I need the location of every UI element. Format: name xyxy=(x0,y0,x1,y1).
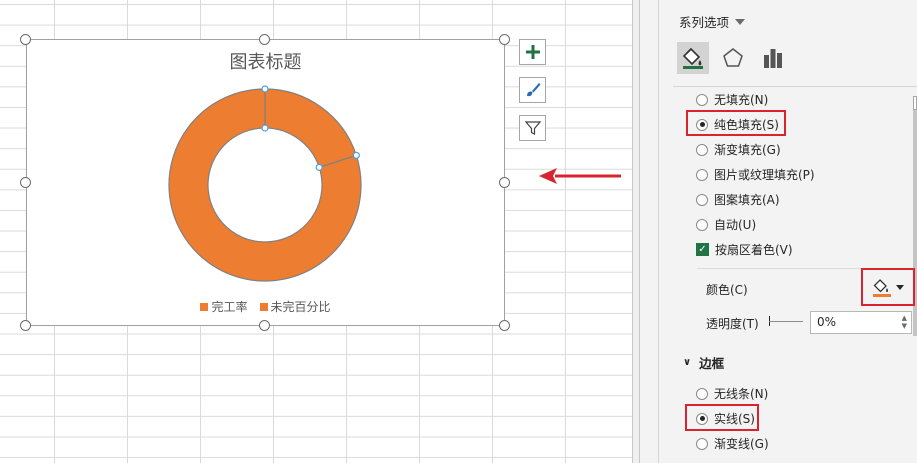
pane-scroll-thumb[interactable] xyxy=(913,96,917,110)
pane-tabs xyxy=(677,42,789,74)
resize-handle-top-left[interactable] xyxy=(20,34,31,45)
option-label: 无线条(N) xyxy=(714,387,769,401)
chevron-down-icon: ∨ xyxy=(683,357,692,368)
resize-handle-right[interactable] xyxy=(499,177,510,188)
chevron-down-icon xyxy=(735,18,746,25)
option-label: 自动(U) xyxy=(714,218,757,232)
chart-area[interactable]: 图表标题 完工率 未完百分比 xyxy=(26,39,505,326)
radio-button[interactable] xyxy=(696,168,708,181)
series-selection-handle[interactable] xyxy=(352,151,360,159)
resize-handle-bottom-left[interactable] xyxy=(20,320,31,331)
add-chart-element-button[interactable] xyxy=(519,39,546,65)
border-option-gradient[interactable]: 渐变线(G) xyxy=(696,435,769,452)
series-options-dropdown[interactable]: 系列选项 xyxy=(679,12,746,31)
pentagon-icon xyxy=(723,48,743,67)
border-section-header[interactable]: ∨ 边框 xyxy=(683,353,724,372)
series-options-tab[interactable] xyxy=(757,42,789,74)
annotation-arrow-icon xyxy=(539,168,621,184)
transparency-slider[interactable] xyxy=(769,321,803,322)
bar-chart-icon xyxy=(764,49,782,68)
option-label: 图片或纹理填充(P) xyxy=(714,168,815,182)
radio-button[interactable] xyxy=(696,218,708,231)
radio-button[interactable] xyxy=(696,93,708,106)
legend-label: 完工率 xyxy=(211,300,248,314)
series-selection-handle[interactable] xyxy=(261,124,269,132)
highlight-box-color xyxy=(861,268,915,306)
spin-buttons-icon[interactable]: ▲ ▼ xyxy=(902,314,907,330)
fill-option-automatic[interactable]: 自动(U) xyxy=(696,216,756,233)
plus-icon xyxy=(525,45,540,59)
highlight-box-solid-fill xyxy=(686,110,786,136)
chart-styles-button[interactable] xyxy=(519,77,546,103)
fill-option-pattern[interactable]: 图案填充(A) xyxy=(696,191,780,208)
option-label: 图案填充(A) xyxy=(714,193,780,207)
border-option-none[interactable]: 无线条(N) xyxy=(696,385,768,402)
legend-item-completion: 完工率 xyxy=(200,298,248,315)
transparency-label: 透明度(T) xyxy=(706,317,759,331)
sheet-scroll-edge xyxy=(632,0,640,463)
transparency-value: 0% xyxy=(817,315,837,329)
fill-option-none[interactable]: 无填充(N) xyxy=(696,91,768,108)
filter-icon xyxy=(524,121,541,135)
doughnut-chart[interactable] xyxy=(27,40,506,327)
resize-handle-left[interactable] xyxy=(20,177,31,188)
legend-swatch-icon xyxy=(200,302,209,311)
highlight-box-solid-line xyxy=(685,404,759,431)
vary-colors-by-slice[interactable]: ✓ 按扇区着色(V) xyxy=(696,241,793,258)
fill-option-picture[interactable]: 图片或纹理填充(P) xyxy=(696,166,815,183)
fill-option-gradient[interactable]: 渐变填充(G) xyxy=(696,141,781,158)
pane-gutter xyxy=(640,0,658,463)
paint-bucket-icon xyxy=(682,47,703,69)
chart-legend[interactable]: 完工率 未完百分比 xyxy=(27,298,504,315)
radio-button[interactable] xyxy=(696,437,708,450)
brush-icon xyxy=(526,83,540,97)
series-selection-handle[interactable] xyxy=(261,85,269,93)
doughnut-slice-0[interactable] xyxy=(264,88,358,169)
pane-header-label: 系列选项 xyxy=(679,15,730,30)
radio-button[interactable] xyxy=(696,143,708,156)
series-selection-handle[interactable] xyxy=(315,163,323,171)
resize-handle-bottom-right[interactable] xyxy=(499,320,510,331)
checkbox-checked-icon[interactable]: ✓ xyxy=(696,243,709,256)
option-label: 按扇区着色(V) xyxy=(715,243,793,257)
resize-handle-bottom[interactable] xyxy=(259,320,270,331)
option-label: 渐变线(G) xyxy=(714,437,769,451)
chart-filter-button[interactable] xyxy=(519,115,546,141)
transparency-input[interactable]: 0% ▲ ▼ xyxy=(810,311,912,334)
section-title-label: 边框 xyxy=(699,356,725,371)
format-data-series-pane[interactable]: 系列选项 无填充(N) 纯色填充(S) 渐变填充(G) 图片或纹理填充(P) 图… xyxy=(658,0,917,463)
radio-button[interactable] xyxy=(696,193,708,206)
radio-button[interactable] xyxy=(696,387,708,400)
option-label: 渐变填充(G) xyxy=(714,143,781,157)
resize-handle-top-right[interactable] xyxy=(499,34,510,45)
fill-line-tab[interactable] xyxy=(677,42,709,74)
resize-handle-top[interactable] xyxy=(259,34,270,45)
legend-label: 未完百分比 xyxy=(270,300,331,314)
color-label: 颜色(C) xyxy=(706,283,748,297)
effects-tab[interactable] xyxy=(717,42,749,74)
tab-divider xyxy=(673,86,917,87)
legend-item-remaining: 未完百分比 xyxy=(259,298,331,315)
legend-swatch-icon xyxy=(259,302,268,311)
option-label: 无填充(N) xyxy=(714,93,769,107)
